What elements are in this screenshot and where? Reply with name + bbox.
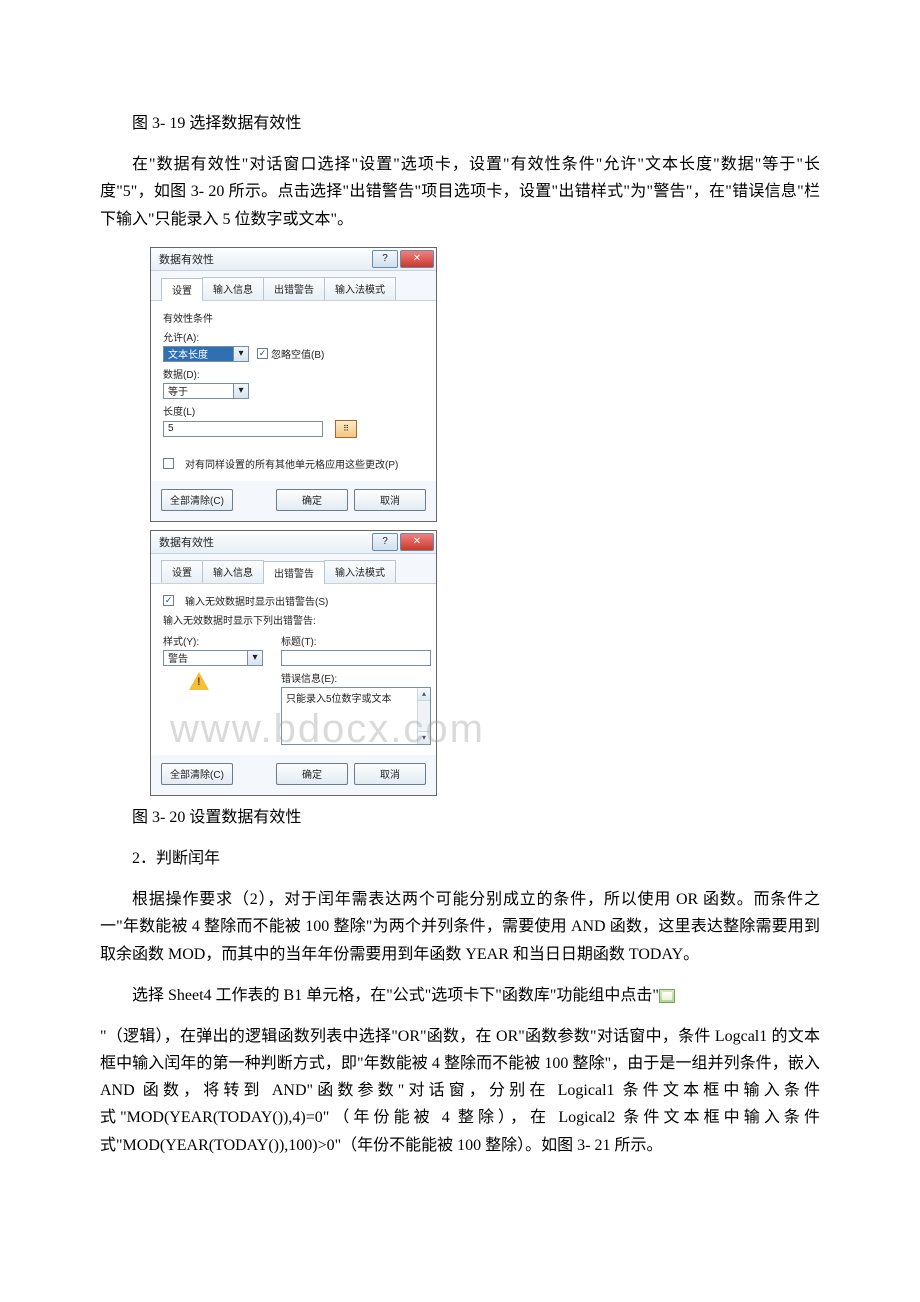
dialog2-button-bar: 全部清除(C) 确定 取消 — [151, 755, 436, 795]
length-label: 长度(L) — [163, 403, 424, 418]
tab-error-alert[interactable]: 出错警告 — [263, 561, 325, 584]
help-button[interactable]: ? — [372, 250, 398, 268]
dialog1-tabs: 设置 输入信息 出错警告 输入法模式 — [151, 271, 436, 301]
close-button[interactable]: ✕ — [400, 533, 434, 551]
dialog2-tabs: 设置 输入信息 出错警告 输入法模式 — [151, 554, 436, 584]
allow-label: 允许(A): — [163, 329, 424, 344]
dialog1-titlebar: 数据有效性 ? ✕ — [151, 248, 436, 271]
dialog1-title: 数据有效性 — [159, 251, 370, 267]
paragraph-4: "（逻辑），在弹出的逻辑函数列表中选择"OR"函数，在 OR"函数参数"对话窗中… — [100, 1023, 820, 1159]
clear-all-button[interactable]: 全部清除(C) — [161, 763, 233, 785]
data-combo[interactable]: 等于 ▾ — [163, 383, 249, 399]
tab-ime-mode[interactable]: 输入法模式 — [324, 277, 396, 300]
warning-icon — [189, 672, 209, 690]
length-input[interactable]: 5 — [163, 421, 323, 437]
scroll-up-icon[interactable]: ▴ — [418, 688, 430, 701]
apply-all-checkbox[interactable] — [163, 458, 174, 469]
dialog1-body: 有效性条件 允许(A): 文本长度 ▾ ✓ 忽略空值(B) 数据(D): 等于 … — [151, 301, 436, 481]
close-button[interactable]: ✕ — [400, 250, 434, 268]
chevron-down-icon: ▾ — [233, 384, 248, 398]
chevron-down-icon: ▾ — [233, 347, 248, 361]
error-message-label: 错误信息(E): — [281, 670, 431, 685]
style-label: 样式(Y): — [163, 633, 263, 648]
dialog2-title: 数据有效性 — [159, 534, 370, 550]
paragraph-2: 根据操作要求（2），对于闰年需表达两个可能分别成立的条件，所以使用 OR 函数。… — [100, 886, 820, 968]
style-combo-value: 警告 — [168, 650, 188, 665]
dialog2-body: ✓ 输入无效数据时显示出错警告(S) 输入无效数据时显示下列出错警告: 样式(Y… — [151, 584, 436, 755]
title-field-label: 标题(T): — [281, 633, 431, 648]
dialog2-titlebar: 数据有效性 ? ✕ — [151, 531, 436, 554]
error-message-input[interactable]: 只能录入5位数字或文本 ▴ ▾ — [281, 687, 431, 745]
allow-combo[interactable]: 文本长度 ▾ — [163, 346, 249, 362]
validity-group-title: 有效性条件 — [163, 310, 424, 325]
scrollbar[interactable]: ▴ ▾ — [417, 688, 430, 744]
dialog-data-validation-error-alert: 数据有效性 ? ✕ 设置 输入信息 出错警告 输入法模式 ✓ 输入无效数据时显示… — [150, 530, 437, 796]
cancel-button[interactable]: 取消 — [354, 489, 426, 511]
ok-button[interactable]: 确定 — [276, 489, 348, 511]
show-error-checkbox[interactable]: ✓ — [163, 595, 174, 606]
cancel-button[interactable]: 取消 — [354, 763, 426, 785]
apply-all-label: 对有同样设置的所有其他单元格应用这些更改(P) — [185, 456, 398, 471]
tab-input-message[interactable]: 输入信息 — [202, 277, 264, 300]
paragraph-1: 在"数据有效性"对话窗口选择"设置"选项卡，设置"有效性条件"允许"文本长度"数… — [100, 151, 820, 233]
paragraph-3: 选择 Sheet4 工作表的 B1 单元格，在"公式"选项卡下"函数库"功能组中… — [100, 982, 820, 1009]
show-error-label: 输入无效数据时显示出错警告(S) — [185, 593, 328, 608]
tab-settings[interactable]: 设置 — [161, 560, 203, 583]
paragraph-3-text: 选择 Sheet4 工作表的 B1 单元格，在"公式"选项卡下"函数库"功能组中… — [132, 987, 659, 1004]
tab-ime-mode[interactable]: 输入法模式 — [324, 560, 396, 583]
dialog1-button-bar: 全部清除(C) 确定 取消 — [151, 481, 436, 521]
title-input[interactable] — [281, 650, 431, 666]
data-combo-value: 等于 — [168, 383, 188, 398]
figure-caption-19: 图 3- 19 选择数据有效性 — [100, 110, 820, 137]
tab-error-alert[interactable]: 出错警告 — [263, 277, 325, 300]
figure-caption-20: 图 3- 20 设置数据有效性 — [100, 804, 820, 831]
clear-all-button[interactable]: 全部清除(C) — [161, 489, 233, 511]
ok-button[interactable]: 确定 — [276, 763, 348, 785]
error-message-value: 只能录入5位数字或文本 — [286, 694, 392, 705]
ignore-blank-label: 忽略空值(B) — [271, 346, 324, 361]
style-combo[interactable]: 警告 ▾ — [163, 650, 263, 666]
chevron-down-icon: ▾ — [247, 651, 262, 665]
range-picker-icon[interactable]: ⠿ — [335, 420, 357, 438]
logical-function-icon — [659, 989, 675, 1003]
tab-input-message[interactable]: 输入信息 — [202, 560, 264, 583]
scroll-down-icon[interactable]: ▾ — [418, 731, 430, 744]
help-button[interactable]: ? — [372, 533, 398, 551]
screenshots-group: 数据有效性 ? ✕ 设置 输入信息 出错警告 输入法模式 有效性条件 允许(A)… — [100, 247, 820, 796]
allow-combo-value: 文本长度 — [168, 346, 208, 361]
data-label: 数据(D): — [163, 366, 424, 381]
dialog-data-validation-settings: 数据有效性 ? ✕ 设置 输入信息 出错警告 输入法模式 有效性条件 允许(A)… — [150, 247, 437, 522]
document-page: 图 3- 19 选择数据有效性 在"数据有效性"对话窗口选择"设置"选项卡，设置… — [0, 0, 920, 1233]
heading-leap-year: 2．判断闰年 — [100, 845, 820, 872]
ignore-blank-checkbox[interactable]: ✓ — [257, 348, 268, 359]
error-group-title: 输入无效数据时显示下列出错警告: — [163, 612, 424, 627]
tab-settings[interactable]: 设置 — [161, 278, 203, 301]
